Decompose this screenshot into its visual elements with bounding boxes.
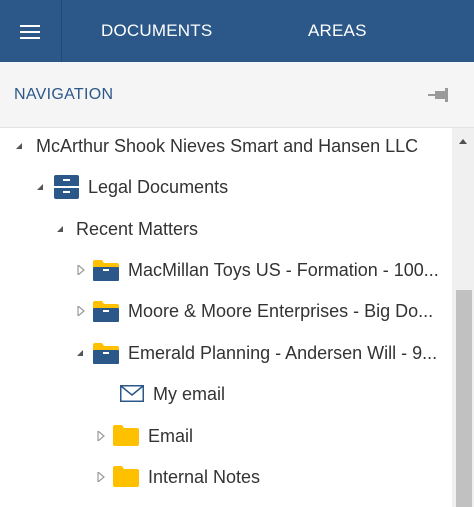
tree-item-matter[interactable]: MacMillan Toys US - Formation - 100... bbox=[0, 252, 452, 288]
tab-documents[interactable]: DOCUMENTS bbox=[101, 0, 212, 62]
tree-item-label: Email bbox=[148, 426, 194, 446]
navigation-tree: McArthur Shook Nieves Smart and Hansen L… bbox=[0, 128, 452, 507]
pin-icon[interactable] bbox=[426, 86, 450, 104]
tree-item-matter[interactable]: Emerald Planning - Andersen Will - 9... bbox=[0, 335, 452, 371]
scrollbar-thumb[interactable] bbox=[456, 290, 472, 507]
folder-icon bbox=[113, 425, 139, 446]
tree-item-email-folder[interactable]: Email bbox=[0, 418, 452, 454]
collapse-arrow-icon[interactable] bbox=[96, 431, 106, 441]
folder-icon bbox=[113, 466, 139, 487]
tree-item-internal-notes[interactable]: Internal Notes bbox=[0, 459, 452, 495]
tree-item-my-email[interactable]: My email bbox=[0, 376, 452, 412]
expand-arrow-icon[interactable] bbox=[14, 141, 24, 151]
tree-item-label: My email bbox=[153, 384, 226, 404]
collapse-arrow-icon[interactable] bbox=[96, 472, 106, 482]
scroll-up-arrow-icon[interactable] bbox=[457, 137, 469, 145]
tree-item-label: Moore & Moore Enterprises - Big Do... bbox=[128, 301, 434, 321]
tree-item-label: Internal Notes bbox=[148, 467, 261, 487]
hamburger-icon-line bbox=[20, 25, 40, 27]
matter-folder-icon bbox=[93, 301, 119, 322]
matter-folder-icon bbox=[93, 343, 119, 364]
menu-button[interactable] bbox=[0, 0, 62, 62]
tree-item-label: Recent Matters bbox=[76, 219, 199, 239]
collapse-arrow-icon[interactable] bbox=[76, 265, 86, 275]
navigation-header: NAVIGATION bbox=[0, 62, 474, 128]
tree-item-recent-matters[interactable]: Recent Matters bbox=[0, 211, 452, 247]
hamburger-icon-line bbox=[20, 37, 40, 39]
matter-folder-icon bbox=[93, 260, 119, 281]
hamburger-icon-line bbox=[20, 31, 40, 33]
tree-item-firm[interactable]: McArthur Shook Nieves Smart and Hansen L… bbox=[0, 128, 452, 164]
navigation-title: NAVIGATION bbox=[14, 86, 114, 103]
tree-item-label: McArthur Shook Nieves Smart and Hansen L… bbox=[36, 136, 419, 156]
tree-item-label: Emerald Planning - Andersen Will - 9... bbox=[128, 343, 438, 363]
cabinet-icon bbox=[54, 175, 79, 199]
top-bar: DOCUMENTS AREAS bbox=[0, 0, 474, 62]
collapse-arrow-icon[interactable] bbox=[76, 306, 86, 316]
tree-item-label: Legal Documents bbox=[88, 177, 229, 197]
tree-item-legal-documents[interactable]: Legal Documents bbox=[0, 169, 452, 205]
tree-item-label: MacMillan Toys US - Formation - 100... bbox=[128, 260, 439, 280]
tab-areas[interactable]: AREAS bbox=[308, 0, 367, 62]
expand-arrow-icon[interactable] bbox=[35, 182, 45, 192]
envelope-icon bbox=[120, 385, 144, 402]
expand-arrow-icon[interactable] bbox=[55, 224, 65, 234]
tree-item-matter[interactable]: Moore & Moore Enterprises - Big Do... bbox=[0, 293, 452, 329]
expand-arrow-icon[interactable] bbox=[75, 348, 85, 358]
